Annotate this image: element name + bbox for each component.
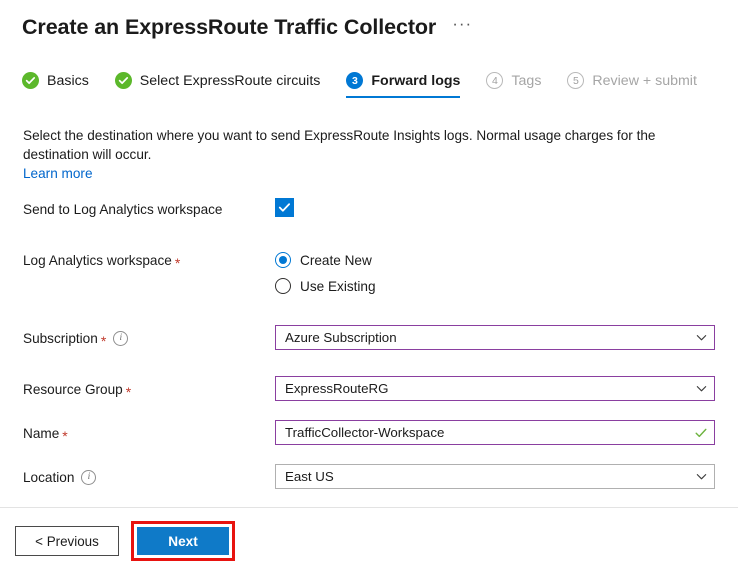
chevron-down-icon [695,331,708,344]
wizard-step-basics[interactable]: Basics [22,72,89,98]
wizard-step-label: Review + submit [592,73,696,89]
next-button[interactable]: Next [137,527,229,555]
field-label: Send to Log Analytics workspace [23,196,275,218]
field-subscription: Subscription * i Azure Subscription [23,325,738,355]
description-text: Select the destination where you want to… [23,126,716,164]
wizard-step-tags[interactable]: 4 Tags [486,72,541,98]
step-number-badge: 5 [567,72,584,89]
required-indicator: * [175,258,180,268]
wizard-step-review-submit[interactable]: 5 Review + submit [567,72,696,98]
step-number-badge: 4 [486,72,503,89]
radio-label: Use Existing [300,279,376,294]
field-control: East US [275,464,738,489]
check-circle-icon [115,72,132,89]
forward-logs-form: Send to Log Analytics workspace Log Anal… [0,183,738,494]
workspace-mode-radio-group: Create New Use Existing [275,247,738,298]
field-label-text: Subscription [23,330,98,347]
name-input[interactable]: TrafficCollector-Workspace [275,420,715,445]
valid-check-icon [694,426,708,440]
field-label-text: Resource Group [23,381,123,398]
more-options-icon[interactable]: ··· [452,19,472,36]
radio-use-existing[interactable]: Use Existing [275,274,738,298]
subscription-dropdown[interactable]: Azure Subscription [275,325,715,350]
field-control: TrafficCollector-Workspace [275,420,738,445]
wizard-step-label: Tags [511,73,541,89]
required-indicator: * [126,387,131,397]
field-log-analytics-workspace-mode: Log Analytics workspace * Create New Use… [23,247,738,298]
field-label-text: Send to Log Analytics workspace [23,201,223,218]
wizard-step-forward-logs[interactable]: 3 Forward logs [346,72,460,98]
subscription-value: Azure Subscription [285,330,695,345]
wizard-step-bar: Basics Select ExpressRoute circuits 3 Fo… [0,46,738,112]
field-label-text: Name [23,425,59,442]
learn-more-link[interactable]: Learn more [23,166,93,181]
footer-actions: < Previous Next [0,521,235,561]
page-title: Create an ExpressRoute Traffic Collector [22,15,436,40]
field-label-text: Location [23,469,74,486]
location-value: East US [285,469,695,484]
step-number-badge: 3 [346,72,363,89]
field-label: Name * [23,420,275,442]
radio-label: Create New [300,253,372,268]
field-resource-group: Resource Group * ExpressRouteRG [23,376,738,406]
location-dropdown[interactable]: East US [275,464,715,489]
wizard-step-label: Select ExpressRoute circuits [140,73,321,89]
next-button-highlight: Next [131,521,235,561]
chevron-down-icon [695,470,708,483]
field-control: Create New Use Existing [275,247,738,298]
title-bar: Create an ExpressRoute Traffic Collector… [0,0,738,46]
field-location: Location i East US [23,464,738,494]
field-control: Azure Subscription [275,325,738,350]
wizard-step-label: Forward logs [371,73,460,89]
previous-button[interactable]: < Previous [15,526,119,556]
field-name: Name * TrafficCollector-Workspace [23,420,738,450]
info-icon[interactable]: i [113,331,128,346]
chevron-down-icon [695,382,708,395]
field-label-text: Log Analytics workspace [23,252,172,269]
radio-indicator [275,278,291,294]
field-send-to-log-analytics: Send to Log Analytics workspace [23,196,738,226]
radio-create-new[interactable]: Create New [275,248,738,272]
field-label: Log Analytics workspace * [23,247,275,269]
wizard-step-label: Basics [47,73,89,89]
required-indicator: * [62,431,67,441]
resource-group-value: ExpressRouteRG [285,381,695,396]
field-control [275,196,738,217]
radio-indicator [275,252,291,268]
footer-divider [0,507,738,508]
send-to-log-analytics-checkbox[interactable] [275,198,294,217]
info-icon[interactable]: i [81,470,96,485]
field-label: Location i [23,464,275,486]
required-indicator: * [101,336,106,346]
wizard-step-select-circuits[interactable]: Select ExpressRoute circuits [115,72,321,98]
resource-group-dropdown[interactable]: ExpressRouteRG [275,376,715,401]
field-label: Subscription * i [23,325,275,347]
name-value: TrafficCollector-Workspace [285,425,694,440]
field-control: ExpressRouteRG [275,376,738,401]
check-circle-icon [22,72,39,89]
description-block: Select the destination where you want to… [0,112,738,183]
field-label: Resource Group * [23,376,275,398]
